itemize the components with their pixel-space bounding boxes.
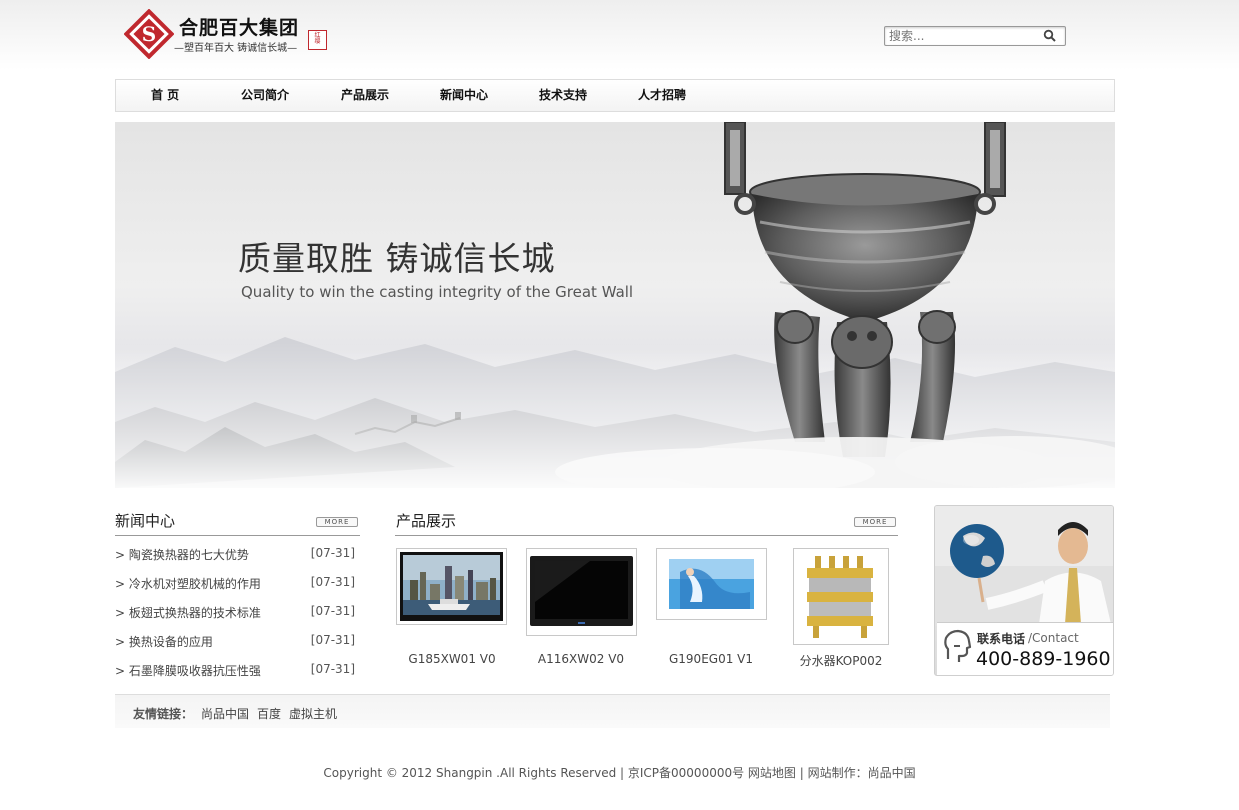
black-tv-image: [530, 556, 633, 626]
water-distributor-image: [797, 552, 885, 641]
news-item-title: > 陶瓷换热器的七大优势: [115, 548, 249, 562]
search-box: [884, 26, 1066, 46]
nav-home[interactable]: 首 页: [151, 80, 179, 111]
footer-copyright: Copyright © 2012 Shangpin .All Rights Re…: [323, 766, 916, 780]
news-more-button[interactable]: MORE: [316, 517, 358, 527]
news-item-title: > 板翅式换热器的技术标准: [115, 606, 261, 620]
nav-jobs[interactable]: 人才招聘: [638, 80, 686, 111]
logo-mark-icon: S: [124, 9, 174, 59]
news-item[interactable]: > 板翅式换热器的技术标准 [07-31]: [115, 604, 355, 620]
news-item[interactable]: > 石墨降膜吸收器抗压性强 [07-31]: [115, 662, 355, 678]
main-nav: 首 页 公司简介 产品展示 新闻中心 技术支持 人才招聘: [115, 79, 1115, 112]
product-name[interactable]: G190EG01 V1: [646, 652, 776, 666]
news-item-title: > 换热设备的应用: [115, 635, 213, 649]
product-card[interactable]: [526, 548, 637, 636]
nav-products[interactable]: 产品展示: [341, 80, 389, 111]
contact-man-globe-image: [935, 506, 1113, 626]
news-item-title: > 石墨降膜吸收器抗压性强: [115, 664, 261, 678]
product-name[interactable]: 分水器KOP002: [776, 652, 906, 669]
search-icon[interactable]: [1043, 29, 1057, 43]
product-name[interactable]: G185XW01 V0: [387, 652, 517, 666]
news-item-date: [07-31]: [310, 604, 355, 618]
blue-dancer-image: [666, 556, 757, 612]
products-more-button[interactable]: MORE: [854, 517, 896, 527]
product-card[interactable]: [793, 548, 889, 645]
product-card[interactable]: [656, 548, 767, 620]
products-divider: [395, 535, 898, 536]
contact-label-en: /Contact: [1028, 631, 1079, 645]
news-item-date: [07-31]: [310, 662, 355, 676]
news-section-title: 新闻中心: [115, 512, 176, 530]
contact-panel: 联系电话 /Contact 400-889-1960: [937, 622, 1113, 675]
friend-links-bar: 友情链接： 尚品中国 百度 虚拟主机: [115, 694, 1110, 728]
company-name: 合肥百大集团: [179, 17, 300, 39]
nav-news[interactable]: 新闻中心: [440, 80, 488, 111]
friend-links-label: 友情链接：: [133, 707, 194, 721]
banner-headline: 质量取胜 铸诚信长城: [238, 239, 556, 278]
product-card[interactable]: [396, 548, 507, 625]
slogan: —塑百年百大 铸诚信长城—: [174, 43, 298, 54]
search-input[interactable]: [885, 27, 1035, 45]
news-item-date: [07-31]: [310, 633, 355, 647]
seal-stamp: 红缨: [308, 30, 327, 50]
news-divider: [115, 535, 360, 536]
news-item-date: [07-31]: [310, 575, 355, 589]
nav-support[interactable]: 技术支持: [539, 80, 587, 111]
news-item[interactable]: > 换热设备的应用 [07-31]: [115, 633, 355, 649]
nav-about[interactable]: 公司简介: [241, 80, 289, 111]
news-item[interactable]: > 陶瓷换热器的七大优势 [07-31]: [115, 546, 355, 562]
contact-box[interactable]: 联系电话 /Contact 400-889-1960: [934, 505, 1114, 676]
svg-text:S: S: [142, 22, 156, 46]
news-item-date: [07-31]: [310, 546, 355, 560]
contact-label: 联系电话: [977, 632, 1026, 646]
news-item-title: > 冷水机对塑胶机械的作用: [115, 577, 261, 591]
logo[interactable]: S 合肥百大集团 —塑百年百大 铸诚信长城— 红缨: [124, 9, 334, 59]
hero-banner: 质量取胜 铸诚信长城 Quality to win the casting in…: [115, 122, 1115, 488]
head-phone-icon: [944, 629, 972, 662]
city-skyline-tv-image: [400, 552, 503, 621]
ding-cauldron-illustration: [115, 122, 1115, 488]
friend-link[interactable]: 百度: [257, 705, 281, 722]
product-name[interactable]: A116XW02 V0: [516, 652, 646, 666]
banner-subline: Quality to win the casting integrity of …: [241, 283, 634, 301]
contact-phone[interactable]: 400-889-1960: [976, 648, 1111, 670]
news-item[interactable]: > 冷水机对塑胶机械的作用 [07-31]: [115, 575, 355, 591]
friend-link[interactable]: 虚拟主机: [289, 705, 337, 722]
friend-link[interactable]: 尚品中国: [201, 705, 249, 722]
products-section-title: 产品展示: [396, 512, 457, 530]
